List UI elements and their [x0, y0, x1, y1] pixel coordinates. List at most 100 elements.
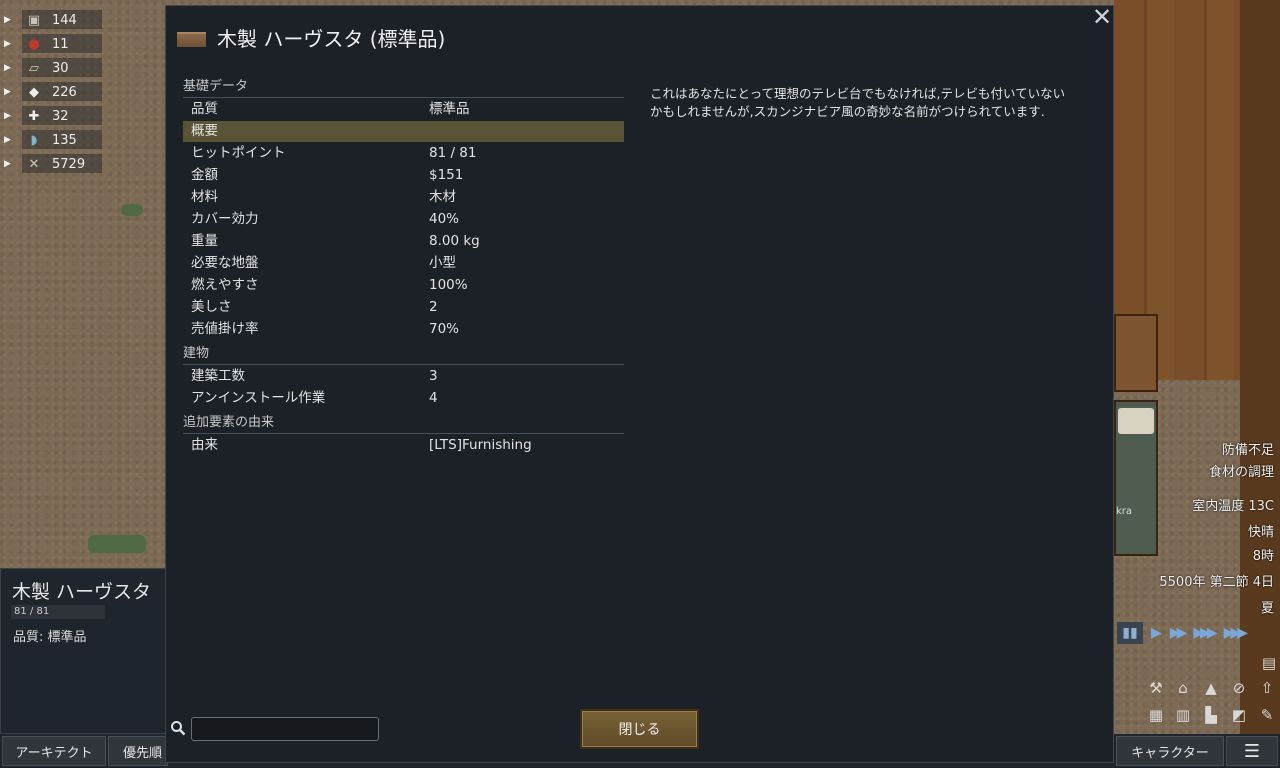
stat-value: 木材: [429, 189, 456, 205]
stat-value: 2: [429, 299, 438, 315]
pawn-toggle-icon[interactable]: ▙: [1200, 705, 1222, 725]
resource-count: 11: [52, 36, 69, 52]
close-button[interactable]: 閉じる: [580, 709, 699, 749]
resource-row[interactable]: ▶ ▱ 30: [4, 56, 102, 80]
resource-row[interactable]: ▶ ◗ 135: [4, 128, 102, 152]
zone-toggle-icon[interactable]: ◩: [1228, 705, 1250, 725]
stat-row[interactable]: 概要: [183, 121, 624, 142]
stat-label: 売値掛け率: [191, 321, 259, 337]
fire-toggle-icon[interactable]: ▲: [1200, 678, 1222, 698]
stat-row[interactable]: ヒットポイント 81 / 81: [183, 143, 624, 164]
resource-readout: ▶ ▣ 144 ▶ ● 11 ▶ ▱ 30 ▶ ◆ 226 ▶ ✚ 32 ▶ ◗ 135 ▶ ✕ 5729: [4, 8, 102, 176]
alert-cooking[interactable]: 食材の調理: [1209, 461, 1274, 480]
expand-arrow-icon[interactable]: ▶: [4, 159, 14, 169]
search-input[interactable]: [191, 717, 379, 741]
forbid-toggle-icon[interactable]: ⊘: [1228, 678, 1250, 698]
stat-row[interactable]: 重量 8.00 kg: [183, 231, 624, 252]
stat-value: [LTS]Furnishing: [429, 437, 532, 453]
stat-row[interactable]: 品質 標準品: [183, 99, 624, 120]
resource-row[interactable]: ▶ ✕ 5729: [4, 152, 102, 176]
bed[interactable]: kra: [1114, 400, 1158, 556]
stat-value: 小型: [429, 255, 456, 271]
stat-row[interactable]: 必要な地盤 小型: [183, 253, 624, 274]
wood-icon: ▱: [29, 60, 39, 76]
expand-arrow-icon[interactable]: ▶: [4, 63, 14, 73]
stat-label: 燃えやすさ: [191, 277, 259, 293]
bed-label: kra: [1116, 506, 1133, 517]
expand-arrow-icon[interactable]: ▶: [4, 15, 14, 25]
silver-icon: ▣: [27, 12, 41, 28]
edit-toggle-icon[interactable]: ✎: [1256, 705, 1278, 725]
stat-row[interactable]: 建築工数 3: [183, 366, 624, 387]
pillow: [1118, 408, 1154, 434]
expand-arrow-icon[interactable]: ▶: [4, 111, 14, 121]
cloth-icon: ◆: [29, 84, 39, 100]
stat-row[interactable]: アンインストール作業 4: [183, 388, 624, 409]
play-superfast-icon[interactable]: ▶▶▶: [1193, 625, 1217, 641]
expand-arrow-icon[interactable]: ▶: [4, 135, 14, 145]
resource-row[interactable]: ▶ ▣ 144: [4, 8, 102, 32]
date-readout: 5500年 第二節 4日: [1159, 575, 1274, 590]
priority-tab[interactable]: 優先順: [108, 736, 168, 766]
play-ultrafast-icon[interactable]: ▶▶▶: [1224, 625, 1248, 641]
resource-row[interactable]: ▶ ● 11: [4, 32, 102, 56]
inspect-quality: 品質: 標準品: [13, 630, 87, 645]
architect-tab[interactable]: アーキテクト: [2, 736, 106, 766]
stats-toggle-icon[interactable]: ▥: [1172, 705, 1194, 725]
home-toggle-icon[interactable]: ⌂: [1172, 678, 1194, 698]
stat-label: 金額: [191, 167, 218, 183]
inspect-name: 木製 ハーヴスタ: [12, 581, 152, 603]
inspect-pane: 木製 ハーヴスタ 81 / 81 品質: 標準品: [0, 568, 166, 734]
stat-row[interactable]: 燃えやすさ 100%: [183, 275, 624, 296]
stat-value: 40%: [429, 211, 460, 227]
stat-label: 概要: [191, 123, 218, 139]
close-icon[interactable]: ✕: [1091, 5, 1113, 29]
play-normal-icon[interactable]: ▶: [1151, 625, 1162, 641]
stat-row[interactable]: 材料 木材: [183, 187, 624, 208]
inspect-hp: 81 / 81: [11, 605, 105, 619]
resource-row[interactable]: ▶ ✚ 32: [4, 104, 102, 128]
stat-value: 4: [429, 390, 438, 406]
stat-label: 重量: [191, 233, 218, 249]
roof-toggle-icon[interactable]: ⇧: [1256, 678, 1278, 698]
stat-value: 70%: [429, 321, 460, 337]
section-basic: 基礎データ: [183, 79, 624, 98]
play-fast-icon[interactable]: ▶▶: [1170, 625, 1187, 641]
section-mod: 追加要素の由来: [183, 415, 624, 434]
alert-undefended[interactable]: 防備不足: [1222, 439, 1274, 458]
stat-row[interactable]: 由来 [LTS]Furnishing: [183, 435, 624, 456]
dialog-title: 木製 ハーヴスタ (標準品): [217, 27, 446, 51]
stat-label: 品質: [191, 101, 218, 117]
stat-row[interactable]: 売値掛け率 70%: [183, 319, 624, 340]
menu-icon: ☰: [1243, 740, 1261, 762]
stat-value: 3: [429, 368, 438, 384]
section-building: 建物: [183, 346, 624, 365]
berries-icon: ●: [28, 36, 40, 52]
expand-arrow-icon[interactable]: ▶: [4, 87, 14, 97]
stat-label: 必要な地盤: [191, 255, 259, 271]
resource-count: 135: [52, 132, 77, 148]
herbal-icon: ◗: [30, 132, 38, 148]
ground-bush: [121, 204, 143, 216]
weather-readout: 快晴: [1247, 525, 1274, 540]
harvsta-icon: [177, 32, 206, 47]
character-tab[interactable]: キャラクター: [1116, 736, 1224, 766]
stat-row[interactable]: 金額 $151: [183, 165, 624, 186]
ground-bush: [88, 535, 146, 553]
stat-value: 100%: [429, 277, 468, 293]
build-toggle-icon[interactable]: ⚒: [1145, 678, 1167, 698]
log-icon[interactable]: ▤: [1258, 653, 1280, 673]
menu-button[interactable]: ☰: [1226, 736, 1278, 766]
expand-arrow-icon[interactable]: ▶: [4, 39, 14, 49]
stat-row[interactable]: 美しさ 2: [183, 297, 624, 318]
search-icon: [170, 720, 186, 736]
grid-toggle-icon[interactable]: ▦: [1145, 705, 1167, 725]
stat-value: 8.00 kg: [429, 233, 480, 249]
stat-row[interactable]: カバー効力 40%: [183, 209, 624, 230]
pause-icon[interactable]: ▮▮: [1117, 622, 1143, 644]
speed-controls: ▮▮ ▶ ▶▶ ▶▶▶ ▶▶▶: [1117, 622, 1248, 644]
resource-row[interactable]: ▶ ◆ 226: [4, 80, 102, 104]
resource-count: 144: [52, 12, 77, 28]
stat-label: 美しさ: [191, 299, 232, 315]
resource-count: 32: [52, 108, 69, 124]
